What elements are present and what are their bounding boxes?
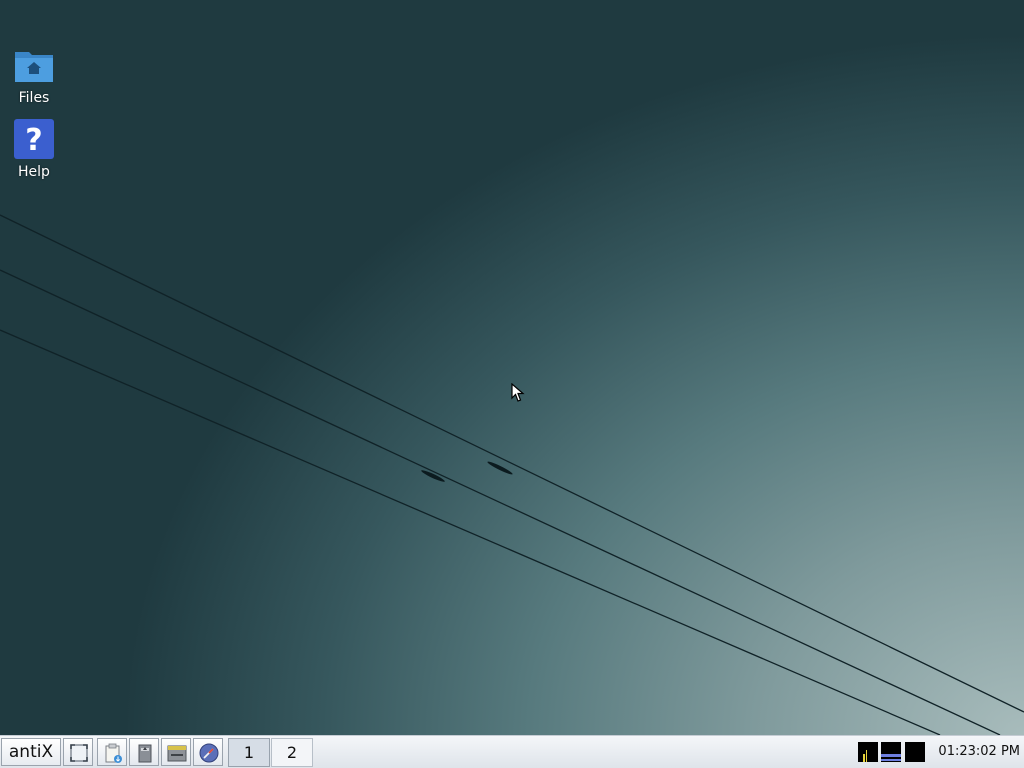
volume-monitor-icon[interactable] bbox=[905, 742, 925, 762]
taskbar: antiX 1 2 01:23:02 PM bbox=[0, 735, 1024, 768]
desktop-background: Files ? Help bbox=[0, 0, 1024, 735]
cpu-monitor-icon[interactable] bbox=[858, 742, 878, 762]
desktop-icon-help[interactable]: ? Help bbox=[6, 118, 62, 180]
desktop-icon-files[interactable]: Files bbox=[6, 44, 62, 106]
cpu-monitor-graph bbox=[863, 750, 867, 762]
network-monitor-icon[interactable] bbox=[881, 742, 901, 762]
start-menu-button[interactable]: antiX bbox=[1, 738, 61, 766]
terminal-icon bbox=[167, 745, 187, 762]
svg-text:?: ? bbox=[25, 123, 42, 158]
workspace-1-button[interactable]: 1 bbox=[228, 738, 270, 767]
file-manager-icon bbox=[138, 744, 152, 763]
mouse-pointer-icon bbox=[511, 383, 525, 402]
terminal-button[interactable] bbox=[161, 738, 191, 766]
show-desktop-icon bbox=[70, 744, 88, 762]
show-desktop-button[interactable] bbox=[63, 738, 93, 766]
clock[interactable]: 01:23:02 PM bbox=[938, 744, 1020, 759]
desktop-icon-label: Files bbox=[18, 90, 50, 106]
home-folder-icon bbox=[15, 52, 53, 82]
workspace-2-button[interactable]: 2 bbox=[271, 738, 313, 767]
web-browser-button[interactable] bbox=[193, 738, 223, 766]
network-monitor-graph bbox=[881, 754, 901, 761]
wallpaper-power-lines bbox=[0, 214, 1024, 735]
file-manager-button[interactable] bbox=[129, 738, 159, 766]
web-browser-icon bbox=[199, 743, 219, 763]
desktop-icon-label: Help bbox=[18, 164, 50, 180]
help-question-icon: ? bbox=[14, 119, 54, 159]
clipboard-install-icon bbox=[105, 743, 122, 763]
clipboard-install-button[interactable] bbox=[97, 738, 127, 766]
